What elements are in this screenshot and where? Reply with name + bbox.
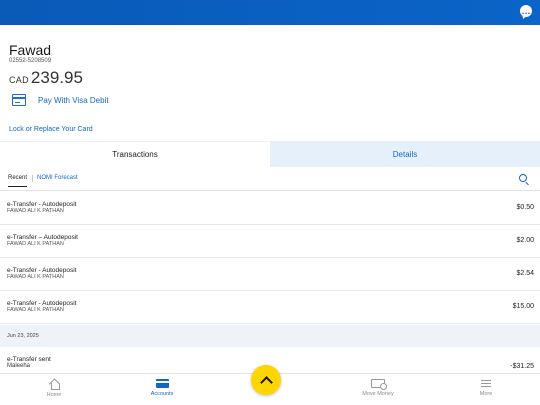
subtab-recent[interactable]: Recent bbox=[8, 175, 28, 187]
tab-details[interactable]: Details bbox=[270, 141, 540, 167]
transaction-title: e-Transfer – Autodeposit bbox=[7, 234, 78, 241]
home-icon bbox=[49, 379, 60, 390]
transaction-title: e-Transfer - Autodeposit bbox=[7, 267, 77, 274]
transaction-row[interactable]: e-Transfer - Autodeposit FAWAD ALI K PAT… bbox=[0, 258, 540, 291]
visa-debit-label: Pay With Visa Debit bbox=[38, 95, 109, 105]
transaction-subtitle: FAWAD ALI K PATHAN bbox=[7, 208, 64, 214]
transaction-title: e-Transfer sent bbox=[7, 356, 51, 363]
search-icon[interactable] bbox=[519, 174, 527, 182]
nav-accounts[interactable]: Accounts bbox=[108, 374, 216, 405]
card-icon bbox=[12, 94, 26, 106]
subtab-divider bbox=[32, 175, 33, 182]
transaction-amount: $15.00 bbox=[512, 303, 534, 310]
account-number: 02552-5208509 bbox=[9, 58, 52, 64]
nav-move-money-label: Move Money bbox=[362, 391, 394, 397]
chevron-up-icon bbox=[259, 375, 273, 389]
account-balance: CAD 239.95 bbox=[9, 68, 83, 88]
nav-accounts-label: Accounts bbox=[150, 391, 174, 397]
quick-actions-button[interactable] bbox=[251, 365, 281, 395]
subtab-nomi-forecast[interactable]: NOMI Forecast bbox=[37, 175, 78, 181]
balance-currency: CAD bbox=[9, 75, 29, 85]
top-bar: … bbox=[0, 0, 540, 25]
chat-icon[interactable]: … bbox=[520, 5, 532, 17]
date-header: Jun 23, 2025 bbox=[0, 325, 540, 347]
transaction-subtitle: FAWAD ALI K PATHAN bbox=[7, 274, 64, 280]
transaction-row[interactable]: e-Transfer – Autodeposit FAWAD ALI K PAT… bbox=[0, 225, 540, 258]
tab-transactions[interactable]: Transactions bbox=[0, 141, 270, 167]
balance-amount: 239.95 bbox=[30, 68, 83, 87]
transaction-amount: $0.50 bbox=[516, 204, 534, 211]
nav-home-label: Home bbox=[46, 392, 62, 398]
transaction-subtitle: FAWAD ALI K PATHAN bbox=[7, 241, 64, 247]
pay-with-visa-debit-link[interactable]: Pay With Visa Debit bbox=[12, 92, 109, 108]
lock-replace-card-link[interactable]: Lock or Replace Your Card bbox=[9, 126, 93, 133]
nav-home[interactable]: Home bbox=[0, 374, 108, 405]
account-tabs: Transactions Details bbox=[0, 141, 540, 167]
transaction-title: e-Transfer - Autodeposit bbox=[7, 300, 77, 307]
transaction-row[interactable]: e-Transfer - Autodeposit FAWAD ALI K PAT… bbox=[0, 192, 540, 225]
transaction-subtitle: FAWAD ALI K PATHAN bbox=[7, 307, 64, 313]
accounts-icon bbox=[155, 379, 169, 388]
nav-move-money[interactable]: Move Money bbox=[324, 374, 432, 405]
transaction-row[interactable]: e-Transfer - Autodeposit FAWAD ALI K PAT… bbox=[0, 291, 540, 324]
transaction-subtitle: Maleeha bbox=[7, 363, 31, 369]
transaction-title: e-Transfer - Autodeposit bbox=[7, 201, 77, 208]
date-header-label: Jun 23, 2025 bbox=[7, 333, 39, 339]
nav-more-label: More bbox=[479, 391, 493, 397]
transaction-subtabs: Recent NOMI Forecast bbox=[0, 167, 540, 191]
more-icon bbox=[481, 379, 491, 388]
transaction-amount: $2.54 bbox=[516, 270, 534, 277]
move-money-icon bbox=[371, 379, 387, 390]
nav-more[interactable]: More bbox=[432, 374, 540, 405]
transaction-amount: $2.00 bbox=[516, 237, 534, 244]
account-name: Fawad bbox=[9, 42, 52, 58]
transaction-amount: -$31.25 bbox=[510, 363, 534, 370]
